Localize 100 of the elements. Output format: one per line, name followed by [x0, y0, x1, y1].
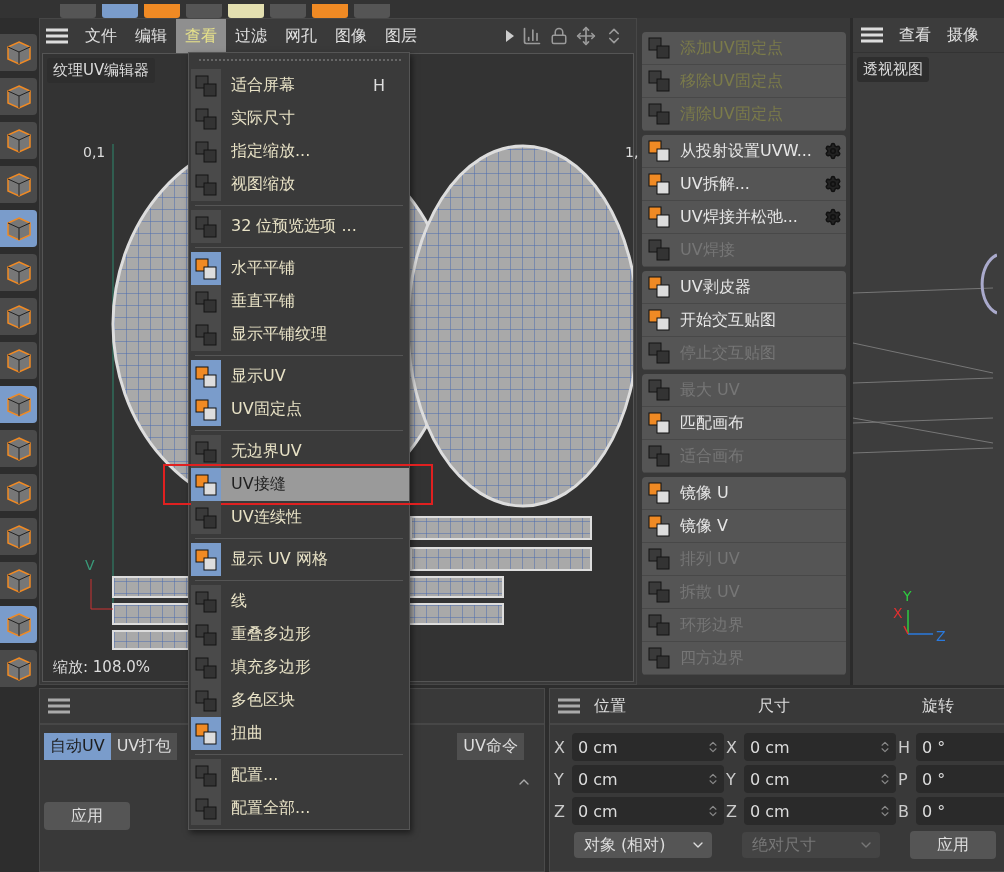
squares-icon	[648, 647, 670, 669]
command-item[interactable]: 镜像 V	[642, 510, 846, 543]
command-item[interactable]: 开始交互贴图	[642, 304, 846, 337]
axis-label: X	[893, 605, 903, 621]
menu-item[interactable]: 文件	[76, 19, 126, 53]
command-item[interactable]: 镜像 U	[642, 477, 846, 510]
menu-item[interactable]: 网孔	[276, 19, 326, 53]
axis-label: X	[726, 737, 738, 757]
tool-button[interactable]	[0, 166, 37, 203]
menu-option[interactable]: 填充多边形	[191, 651, 409, 684]
axis-label: X	[554, 737, 566, 757]
menu-item[interactable]: 图层	[376, 19, 426, 53]
column-header: 旋转	[922, 695, 955, 717]
menu-option[interactable]: 显示UV	[191, 360, 409, 393]
number-field[interactable]: 0 cm	[572, 733, 724, 761]
apply-button[interactable]: 应用	[44, 802, 130, 830]
axis-label: P	[898, 769, 909, 789]
move-icon[interactable]	[576, 26, 596, 46]
menu-item[interactable]: 编辑	[126, 19, 176, 53]
menu-option[interactable]: UV连续性	[191, 501, 409, 534]
column-header: 位置	[594, 695, 627, 717]
squares-icon	[648, 515, 670, 537]
number-field[interactable]: 0 °	[916, 765, 1004, 793]
number-field[interactable]: 0 °	[916, 797, 1004, 825]
axis-label: Y	[726, 769, 737, 789]
menu-option[interactable]: 水平平铺	[191, 252, 409, 285]
number-field[interactable]: 0 cm	[744, 797, 896, 825]
cube-icon	[5, 347, 32, 374]
tab[interactable]: 自动UV	[44, 733, 111, 760]
menu-option[interactable]: 适合屏幕 H	[191, 69, 409, 102]
tool-button[interactable]	[0, 210, 37, 247]
squares-icon	[648, 309, 670, 331]
cube-icon	[5, 479, 32, 506]
menu-option[interactable]: 实际尺寸	[191, 102, 409, 135]
squares-icon	[648, 103, 670, 125]
command-item[interactable]: UV焊接并松弛...	[642, 201, 846, 234]
number-field[interactable]: 0 cm	[572, 797, 724, 825]
menu-option[interactable]: 线	[191, 585, 409, 618]
tool-button[interactable]	[0, 78, 37, 115]
squares-icon	[648, 548, 670, 570]
menu-option[interactable]: 指定缩放...	[191, 135, 409, 168]
tool-button[interactable]	[0, 518, 37, 555]
command-item[interactable]: UV拆解...	[642, 168, 846, 201]
tool-button[interactable]	[0, 342, 37, 379]
tool-button[interactable]	[0, 254, 37, 291]
tool-button[interactable]	[0, 606, 37, 643]
tool-button[interactable]	[0, 474, 37, 511]
tool-button[interactable]	[0, 34, 37, 71]
menu-option[interactable]: 重叠多边形	[191, 618, 409, 651]
menu-item[interactable]: 查看	[899, 18, 931, 52]
apply-button[interactable]: 应用	[910, 831, 996, 859]
cube-icon	[5, 127, 32, 154]
tool-button[interactable]	[0, 298, 37, 335]
tool-button[interactable]	[0, 650, 37, 687]
menu-option[interactable]: 32 位预览选项 ...	[191, 210, 409, 243]
menu-item[interactable]: 过滤	[226, 19, 276, 53]
menu-icon[interactable]	[48, 698, 70, 714]
cube-icon	[5, 39, 32, 66]
tool-button[interactable]	[0, 562, 37, 599]
cube-icon	[5, 435, 32, 462]
command-item[interactable]: 从投射设置UVW...	[642, 135, 846, 168]
lock-icon[interactable]	[550, 27, 568, 45]
cube-icon	[5, 391, 32, 418]
menu-icon[interactable]	[558, 698, 580, 714]
number-field[interactable]: 0 °	[916, 733, 1004, 761]
menu-option[interactable]: 多色区块	[191, 684, 409, 717]
play-icon[interactable]	[506, 30, 514, 42]
tool-button[interactable]	[0, 122, 37, 159]
menu-item[interactable]: 图像	[326, 19, 376, 53]
squares-icon	[648, 239, 670, 261]
menu-option[interactable]: UV固定点	[191, 393, 409, 426]
cube-icon	[5, 523, 32, 550]
menu-option[interactable]: UV接缝	[191, 468, 409, 501]
menu-option[interactable]: 扭曲	[191, 717, 409, 750]
menu-option[interactable]: 显示平铺纹理	[191, 318, 409, 351]
axis-label: Z	[726, 801, 738, 821]
menu-option[interactable]: 视图缩放	[191, 168, 409, 201]
mode-dropdown[interactable]: 对象 (相对)	[574, 832, 712, 858]
menu-option[interactable]: 无边界UV	[191, 435, 409, 468]
number-field[interactable]: 0 cm	[744, 765, 896, 793]
menu-option[interactable]: 显示 UV 网格	[191, 543, 409, 576]
gear-icon[interactable]	[824, 208, 842, 226]
gear-icon[interactable]	[824, 175, 842, 193]
menu-item[interactable]: 摄像	[947, 18, 979, 52]
cube-icon	[5, 83, 32, 110]
menu-option[interactable]: 垂直平铺	[191, 285, 409, 318]
menu-option[interactable]: 配置全部...	[191, 792, 409, 825]
tool-button[interactable]	[0, 430, 37, 467]
number-field[interactable]: 0 cm	[744, 733, 896, 761]
command-item[interactable]: UV剥皮器	[642, 271, 846, 304]
cube-icon	[5, 655, 32, 682]
command-item[interactable]: 匹配画布	[642, 407, 846, 440]
number-field[interactable]: 0 cm	[572, 765, 724, 793]
chart-icon[interactable]	[522, 26, 542, 46]
tab[interactable]: UV命令	[457, 733, 524, 760]
menu-option[interactable]: 配置...	[191, 759, 409, 792]
gear-icon[interactable]	[824, 142, 842, 160]
tool-button[interactable]	[0, 386, 37, 423]
tab[interactable]: UV打包	[110, 733, 178, 760]
squares-icon	[648, 37, 670, 59]
